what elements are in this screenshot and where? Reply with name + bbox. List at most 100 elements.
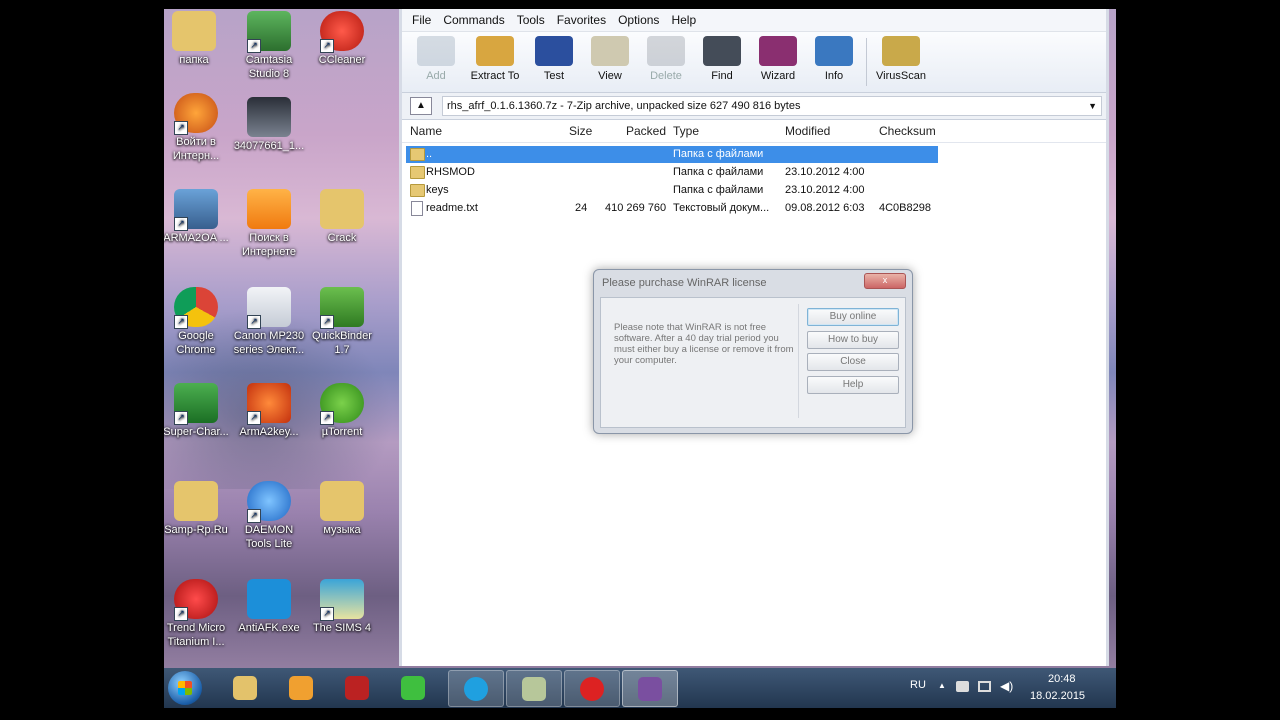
menu-favorites[interactable]: Favorites [557,13,606,27]
delete-button[interactable]: Delete [638,32,694,82]
find-button[interactable]: Find [694,32,750,82]
path-bar: ▲ rhs_afrf_0.1.6.1360.7z - 7-Zip archive… [402,93,1106,120]
volume-icon[interactable]: ◀) [1000,679,1013,693]
network-icon[interactable] [978,681,991,692]
desktop-icon-papka[interactable]: папка [164,9,232,101]
taskbar-recorder[interactable] [564,670,620,707]
desktop-icon-antiafk[interactable]: AntiAFK.exe [231,577,307,669]
search-icon [247,189,291,229]
virusscan-button[interactable]: VirusScan [871,32,931,82]
document-icon: ↗ [247,287,291,329]
clock-date[interactable]: 18.02.2015 [1030,690,1085,702]
extract-to-button[interactable]: Extract To [464,32,526,82]
dialog-body: Please note that WinRAR is not free soft… [600,297,906,428]
binoculars-icon [703,36,741,66]
chevron-up-icon[interactable]: ▲ [938,681,946,690]
trend-micro-icon: ↗ [174,579,218,621]
desktop-icon-utorrent[interactable]: ↗ µTorrent [304,381,380,473]
taskbar-winrar[interactable] [622,670,678,707]
menu-commands[interactable]: Commands [443,13,504,27]
table-row[interactable]: readme.txt 24 410 269 760 Текстовый доку… [406,200,938,217]
desktop-icon-ccleaner[interactable]: ↗ CCleaner [304,9,380,101]
folder-icon [233,676,257,700]
close-button[interactable]: Close [807,353,899,371]
taskbar-notes[interactable] [506,670,562,707]
toolbar: Add Extract To Test View Delete Find Wiz… [402,32,1106,93]
wizard-button[interactable]: Wizard [750,32,806,82]
menu-tools[interactable]: Tools [517,13,545,27]
desktop-icon-vojti[interactable]: ↗ Войти в Интерн... [164,91,234,183]
up-folder-button[interactable]: ▲ [410,97,432,115]
column-size[interactable]: Size [569,124,592,138]
start-button[interactable] [168,671,202,705]
dialog-divider [798,304,799,418]
arma2oa-icon: ↗ [174,189,218,231]
image-thumbnail-icon [247,97,291,137]
winrar-icon [638,677,662,701]
column-name[interactable]: Name [410,124,442,138]
desktop-icon-arma2oa[interactable]: ↗ ARMA2OA ... [164,187,234,279]
action-center-icon[interactable] [956,681,969,692]
path-dropdown[interactable]: rhs_afrf_0.1.6.1360.7z - 7-Zip archive, … [442,96,1102,116]
path-text: rhs_afrf_0.1.6.1360.7z - 7-Zip archive, … [447,100,801,112]
text-file-icon [411,201,423,216]
desktop-icon-poisk[interactable]: Поиск в Интернете [231,187,307,279]
test-icon [535,36,573,66]
how-to-buy-button[interactable]: How to buy [807,331,899,349]
desktop-icon-samp[interactable]: Samp-Rp.Ru [164,479,234,571]
column-modified[interactable]: Modified [785,124,830,138]
desktop-icon-muzyka[interactable]: музыка [304,479,380,571]
delete-icon [647,36,685,66]
menu-options[interactable]: Options [618,13,659,27]
antiafk-r-icon [247,579,291,619]
desktop-icon-camtasia[interactable]: ↗ Camtasia Studio 8 [231,9,307,101]
table-row[interactable]: RHSMOD Папка с файлами 23.10.2012 4:00 [406,164,938,181]
ccleaner-icon: ↗ [320,11,364,53]
taskbar-skype[interactable] [448,670,504,707]
taskbar-explorer[interactable] [218,670,272,705]
menu-help[interactable]: Help [671,13,696,27]
folder-icon [410,184,425,197]
desktop-icon-arma2key[interactable]: ↗ ArmA2key... [231,381,307,473]
virusscan-icon [882,36,920,66]
taskbar: RU ▲ ◀) 20:48 18.02.2015 [164,668,1116,708]
test-button[interactable]: Test [526,32,582,82]
table-row[interactable]: keys Папка с файлами 23.10.2012 4:00 [406,182,938,199]
star-icon: ↗ [247,383,291,425]
system-tray: RU ▲ ◀) 20:48 18.02.2015 [908,668,1108,708]
taskbar-red-app[interactable] [330,670,384,705]
desktop-icon-chrome[interactable]: ↗ Google Chrome [164,285,234,377]
clock-time[interactable]: 20:48 [1048,673,1076,685]
column-type[interactable]: Type [673,124,699,138]
license-dialog: Please purchase WinRAR license x Please … [593,269,913,434]
menu-file[interactable]: File [412,13,431,27]
view-icon [591,36,629,66]
column-packed[interactable]: Packed [626,124,666,138]
table-row[interactable]: .. Папка с файлами [406,146,938,163]
firefox-icon: ↗ [174,93,218,135]
folder-icon [320,481,364,521]
extract-icon [476,36,514,66]
help-button[interactable]: Help [807,376,899,394]
desktop-icon-daemon[interactable]: ↗ DAEMON Tools Lite [231,479,307,571]
app-icon [345,676,369,700]
chevron-down-icon[interactable]: ▼ [1088,97,1097,115]
add-button[interactable]: Add [408,32,464,82]
buy-online-button[interactable]: Buy online [807,308,899,326]
desktop-icon-image[interactable]: 34077661_1... [231,95,307,187]
desktop-icon-quickbinder[interactable]: ↗ QuickBinder 1.7 [304,285,380,377]
taskbar-green-app[interactable] [386,670,440,705]
folder-icon [410,148,425,161]
desktop-icon-superchar[interactable]: ↗ Super-Char... [164,381,234,473]
desktop-icon-canon[interactable]: ↗ Canon MP230 series Элект... [231,285,307,377]
taskbar-media-player[interactable] [274,670,328,705]
column-checksum[interactable]: Checksum [879,124,936,138]
desktop-icon-sims4[interactable]: ↗ The SIMS 4 [304,577,380,669]
language-indicator[interactable]: RU [910,679,926,691]
view-button[interactable]: View [582,32,638,82]
desktop-icon-trendmicro[interactable]: ↗ Trend Micro Titanium I... [164,577,234,669]
info-button[interactable]: Info [806,32,862,82]
dialog-close-button[interactable]: x [864,273,906,289]
add-icon [417,36,455,66]
desktop-icon-crack[interactable]: Crack [304,187,380,279]
